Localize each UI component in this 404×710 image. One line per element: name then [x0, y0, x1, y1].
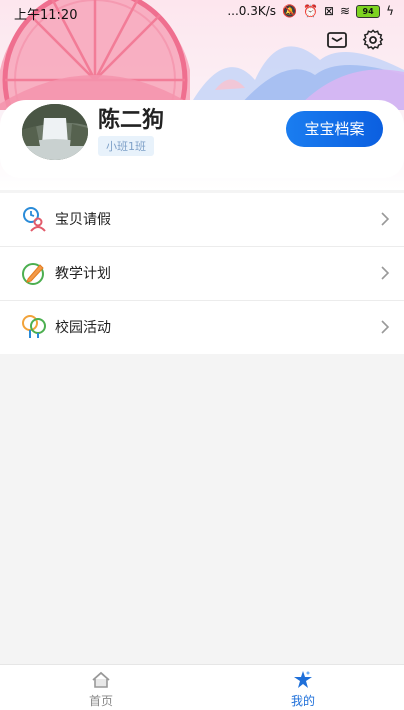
wifi-icon: ≋ [340, 4, 351, 18]
menu-list: 宝贝请假 教学计划 校园活动 [0, 193, 404, 354]
settings-gear-icon[interactable] [362, 29, 384, 51]
tab-mine-label: 我的 [290, 694, 315, 708]
child-name: 陈二狗 [98, 108, 165, 133]
menu-item-campus-activity[interactable]: 校园活动 [0, 301, 404, 354]
tab-mine[interactable]: 我的 [202, 665, 404, 710]
chevron-right-icon [381, 212, 390, 226]
leave-request-icon [23, 207, 46, 232]
menu-item-label: 教学计划 [55, 266, 111, 282]
message-icon[interactable] [326, 29, 348, 51]
chevron-right-icon [381, 266, 390, 280]
bottom-navigation: 首页 我的 [0, 664, 404, 710]
class-badge: 小班1班 [98, 136, 154, 156]
star-person-icon [294, 671, 312, 688]
charging-icon: ϟ [386, 4, 394, 18]
waterfall-avatar-image [22, 104, 88, 160]
baby-archive-button[interactable]: 宝宝档案 [286, 111, 383, 147]
network-speed: ...0.3K/s [227, 4, 277, 18]
teaching-plan-icon [22, 263, 44, 285]
chevron-right-icon [381, 320, 390, 334]
sim-icon: ⊠ [323, 4, 335, 18]
status-indicators: ...0.3K/s 🔕 ⏰ ⊠ ≋ 94 ϟ [227, 4, 394, 18]
home-icon [92, 671, 110, 688]
menu-item-leave[interactable]: 宝贝请假 [0, 193, 404, 247]
tab-home[interactable]: 首页 [0, 665, 202, 710]
status-bar: 上午11:20 ...0.3K/s 🔕 ⏰ ⊠ ≋ 94 ϟ [0, 0, 404, 24]
menu-item-label: 宝贝请假 [55, 212, 111, 228]
menu-item-label: 校园活动 [55, 320, 111, 336]
alarm-icon: ⏰ [303, 4, 318, 18]
status-time: 上午11:20 [14, 8, 78, 23]
tab-home-label: 首页 [88, 694, 113, 708]
avatar[interactable] [22, 104, 88, 160]
campus-activity-icon [22, 315, 46, 338]
menu-item-teaching-plan[interactable]: 教学计划 [0, 247, 404, 301]
mute-icon: 🔕 [282, 4, 297, 18]
battery-icon: 94 [356, 4, 381, 18]
